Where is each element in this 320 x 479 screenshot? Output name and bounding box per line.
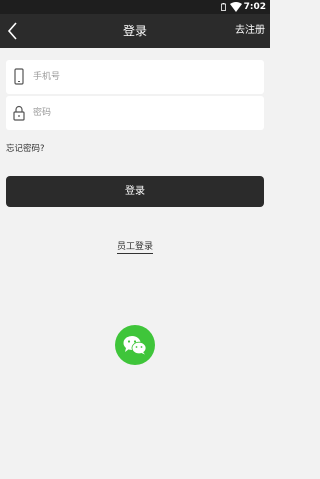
staff-login-link[interactable]: 员工登录 bbox=[116, 242, 153, 254]
register-link[interactable]: 去注册 bbox=[235, 14, 265, 48]
lock-icon bbox=[13, 105, 25, 121]
status-bar: 7:02 bbox=[0, 0, 270, 14]
app-bar: 登录 去注册 bbox=[0, 14, 270, 48]
wifi-icon bbox=[230, 2, 242, 12]
phone-input[interactable] bbox=[33, 60, 253, 94]
wechat-icon bbox=[123, 336, 147, 355]
password-field bbox=[6, 96, 264, 130]
password-input[interactable] bbox=[33, 96, 253, 130]
page-title: 登录 bbox=[122, 24, 147, 38]
status-time: 7:02 bbox=[243, 2, 266, 12]
forgot-password-link[interactable]: 忘记密码? bbox=[6, 142, 45, 154]
phone-field bbox=[6, 60, 264, 94]
wechat-login-button[interactable] bbox=[115, 325, 155, 365]
phone-icon bbox=[14, 68, 24, 85]
login-button[interactable]: 登录 bbox=[6, 176, 264, 207]
battery-icon bbox=[221, 3, 226, 11]
staff-login-container: 员工登录 bbox=[0, 239, 270, 254]
